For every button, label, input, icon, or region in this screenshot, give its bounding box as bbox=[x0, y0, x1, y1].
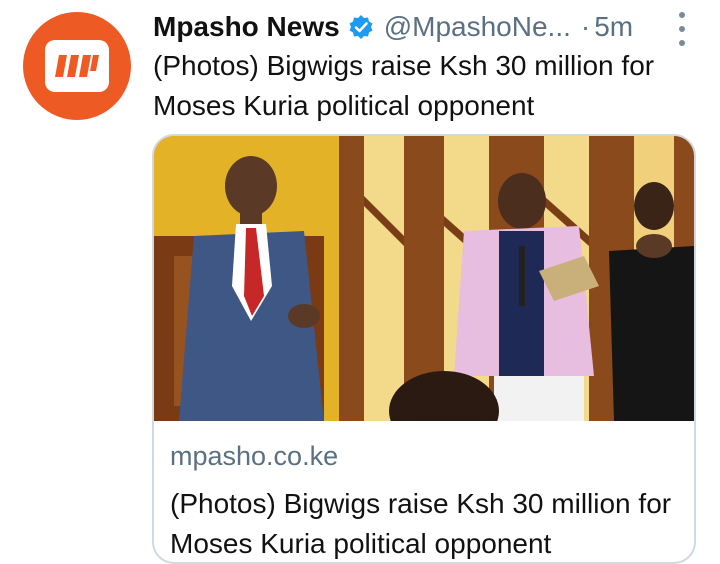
author-name[interactable]: Mpasho News bbox=[153, 11, 340, 43]
card-domain: mpasho.co.ke bbox=[170, 441, 339, 471]
avatar[interactable] bbox=[23, 12, 131, 120]
tweet-header: Mpasho News @MpashoNe... · 5m bbox=[153, 10, 696, 44]
author-handle[interactable]: @MpashoNe... bbox=[384, 11, 571, 43]
more-vertical-icon[interactable] bbox=[672, 12, 692, 46]
timestamp[interactable]: 5m bbox=[594, 11, 633, 43]
card-title: (Photos) Bigwigs raise Ksh 30 million fo… bbox=[170, 488, 672, 559]
verified-badge-icon bbox=[348, 14, 374, 40]
card-image bbox=[154, 136, 694, 421]
tweet-text: (Photos) Bigwigs raise Ksh 30 million fo… bbox=[153, 50, 655, 121]
mpasho-logo-icon bbox=[45, 40, 109, 92]
link-card[interactable]: mpasho.co.ke (Photos) Bigwigs raise Ksh … bbox=[152, 134, 696, 564]
separator-dot: · bbox=[580, 11, 591, 42]
